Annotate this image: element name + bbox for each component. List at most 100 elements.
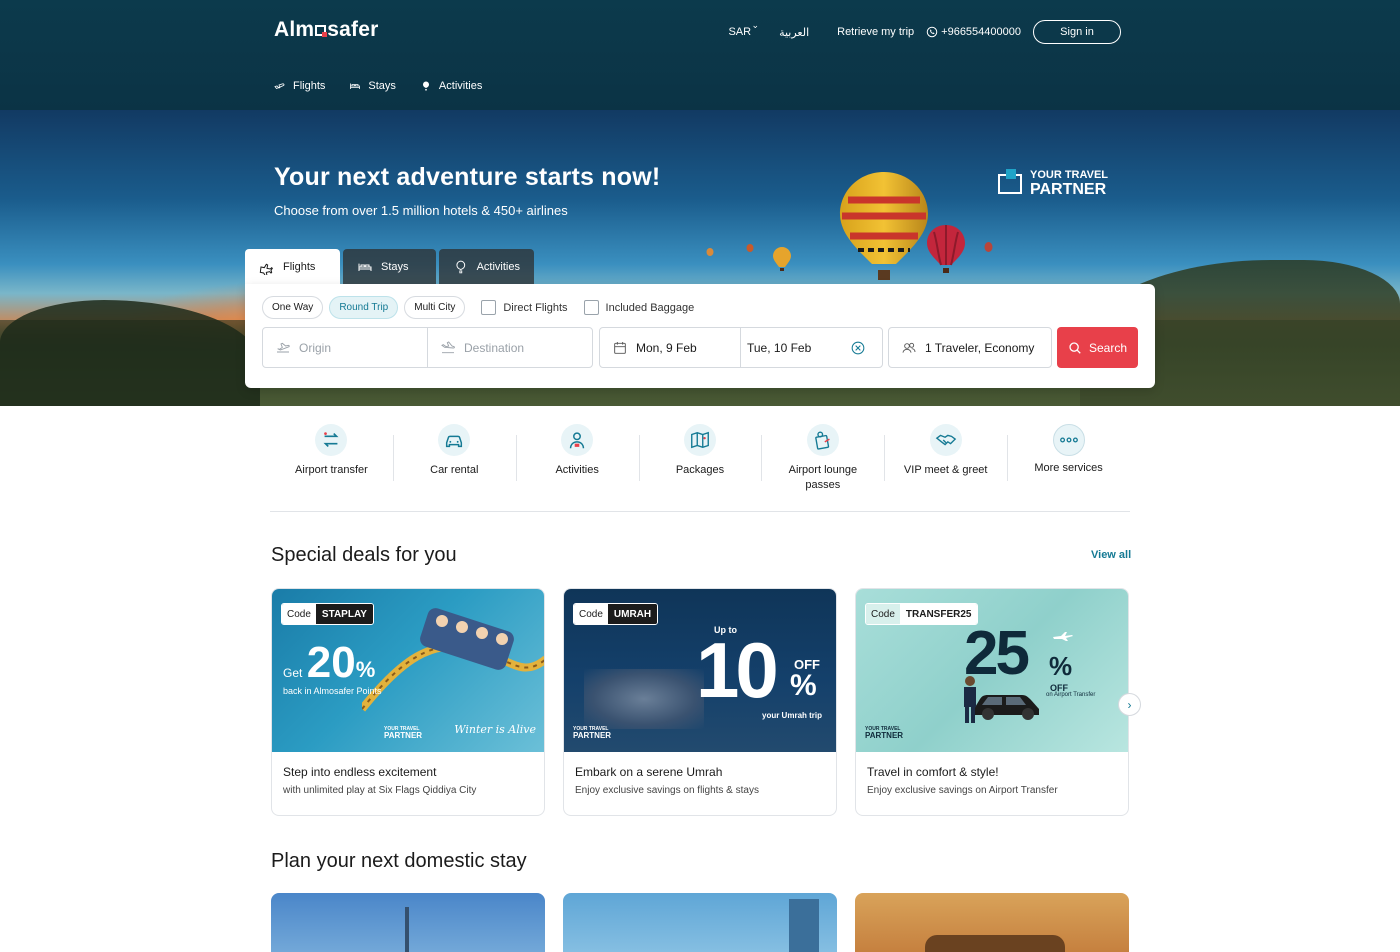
direct-flights-label: Direct Flights [503, 301, 568, 314]
plane-icon [274, 83, 285, 89]
service-label: Airport lounge passes [788, 464, 858, 491]
deal-title: Travel in comfort & style! [867, 765, 999, 779]
travelers-value: 1 Traveler, Economy [925, 340, 1035, 355]
nav-stays-label: Stays [368, 80, 396, 92]
car-graphic [974, 695, 1039, 720]
deals-section-title: Special deals for you [271, 544, 457, 566]
primary-nav: Flights Stays Activities [274, 80, 482, 92]
service-car-rental[interactable]: Car rental [392, 424, 516, 500]
domestic-card-3[interactable] [855, 893, 1129, 952]
section-divider [270, 511, 1130, 512]
return-date: Tue, 10 Feb [747, 340, 812, 355]
partner-logo-icon [998, 169, 1022, 194]
promo-amount: 10 [696, 626, 779, 714]
promo-code-label: Code [574, 604, 608, 624]
promo-code-badge: Code UMRAH [573, 603, 659, 625]
deal-image-umrah: Code UMRAH Up to 10 OFF % your Umrah trip… [564, 589, 836, 752]
search-button[interactable]: Search [1057, 327, 1138, 368]
return-date-field[interactable]: Tue, 10 Feb [740, 327, 883, 368]
deal-image-six-flags: Code STAPLAY Get 20% back in Almosafer Po… [272, 589, 544, 752]
lounge-icon [815, 431, 830, 450]
destination-input[interactable]: Destination [427, 327, 593, 368]
service-airport-lounge[interactable]: Airport lounge passes [761, 424, 884, 500]
phone-number: +966554400000 [941, 26, 1021, 38]
trip-type-round-trip[interactable]: Round Trip [329, 296, 399, 319]
nav-activities[interactable]: Activities [420, 80, 482, 92]
deal-title: Step into endless excitement [283, 765, 437, 779]
deal-description: with unlimited play at Six Flags Qiddiya… [283, 785, 477, 796]
language-switch[interactable]: العربية [779, 26, 809, 39]
currency-label: SAR [728, 26, 752, 38]
included-baggage-checkbox[interactable]: Included Baggage [583, 300, 694, 315]
search-tabs: Flights Stays Activities [245, 249, 534, 284]
deal-card-transfer25[interactable]: Code TRANSFER25 25 % OFF on Airport Trans… [855, 588, 1129, 816]
balloon-icon [456, 260, 466, 273]
sign-in-button[interactable]: Sign in [1033, 20, 1121, 44]
almosafer-logo[interactable]: Alm safer [274, 18, 378, 42]
deal-card-umrah[interactable]: Code UMRAH Up to 10 OFF % your Umrah trip… [563, 588, 837, 816]
deal-card-staplay[interactable]: Code STAPLAY Get 20% back in Almosafer Po… [271, 588, 545, 816]
partner-line-2: PARTNER [1030, 181, 1107, 198]
whatsapp-icon [926, 26, 938, 38]
promo-headline: Get 20% back in Almosafer Points [283, 641, 382, 696]
service-label: Activities [555, 464, 599, 476]
tab-activities-label: Activities [476, 260, 520, 273]
nav-flights[interactable]: Flights [274, 80, 325, 92]
service-activities[interactable]: Activities [515, 424, 639, 500]
clear-date-icon[interactable] [851, 341, 865, 355]
promo-code-badge: Code STAPLAY [281, 603, 374, 625]
tab-stays-label: Stays [381, 260, 409, 273]
promo-code-value: UMRAH [607, 604, 658, 624]
currency-selector[interactable]: SAR ⌄ [728, 20, 759, 38]
carousel-next-button[interactable]: › [1118, 693, 1141, 716]
rock-formation-silhouette [925, 935, 1065, 952]
service-more[interactable]: More services [1007, 424, 1130, 500]
origin-input[interactable]: Origin [262, 327, 428, 368]
trip-type-multi-city[interactable]: Multi City [404, 296, 466, 319]
hero-subtitle: Choose from over 1.5 million hotels & 45… [274, 203, 568, 218]
brand-tagline: Winter is Alive [454, 723, 536, 736]
domestic-card-1[interactable] [271, 893, 545, 952]
whatsapp-phone-link[interactable]: +966554400000 [926, 26, 1021, 38]
service-label: Car rental [430, 464, 479, 476]
hot-air-balloon-small [773, 247, 791, 271]
origin-placeholder: Origin [299, 340, 332, 355]
nav-activities-label: Activities [438, 80, 483, 92]
hot-air-balloon-red [927, 225, 965, 273]
nav-stays[interactable]: Stays [349, 80, 396, 92]
travelers-selector[interactable]: 1 Traveler, Economy [888, 327, 1052, 368]
transfer-icon [323, 432, 339, 448]
trip-type-one-way[interactable]: One Way [262, 296, 324, 319]
service-packages[interactable]: Packages [638, 424, 762, 500]
trip-options: One Way Round Trip Multi City Direct Fli… [262, 296, 694, 319]
calendar-icon [614, 341, 626, 354]
travelers-icon [902, 342, 916, 353]
partner-line-1: YOUR TRAVEL [1030, 169, 1109, 181]
domestic-card-2[interactable] [563, 893, 837, 952]
promo-percent: % [790, 669, 817, 702]
deal-description: Enjoy exclusive savings on Airport Trans… [867, 785, 1058, 796]
search-button-label: Search [1088, 340, 1128, 355]
retrieve-trip-link[interactable]: Retrieve my trip [837, 26, 914, 38]
service-airport-transfer[interactable]: Airport transfer [270, 424, 393, 500]
hot-air-balloon-tiny-3 [984, 242, 993, 252]
handshake-icon [935, 434, 956, 446]
promo-code-badge: Code TRANSFER25 [865, 603, 979, 625]
promo-line: back in Almosafer Points [283, 686, 382, 696]
hero-title: Your next adventure starts now! [274, 163, 661, 191]
car-icon [446, 435, 463, 448]
tab-stays[interactable]: Stays [343, 249, 436, 284]
direct-flights-checkbox[interactable]: Direct Flights [481, 300, 568, 315]
logo-mark [315, 25, 328, 37]
plane-icon [259, 263, 273, 275]
tab-flights[interactable]: Flights [245, 249, 340, 284]
partner-small-2: PARTNER [573, 731, 612, 740]
service-vip-meet-greet[interactable]: VIP meet & greet [884, 424, 1007, 500]
view-all-link[interactable]: View all [1091, 549, 1131, 561]
departure-date-field[interactable]: Mon, 9 Feb [599, 327, 741, 368]
hot-air-balloon-tiny-1 [706, 248, 714, 256]
roller-coaster-graphic [362, 608, 544, 712]
tab-activities[interactable]: Activities [439, 249, 534, 284]
person-graphic [964, 676, 976, 723]
service-label: Airport transfer [295, 464, 368, 476]
